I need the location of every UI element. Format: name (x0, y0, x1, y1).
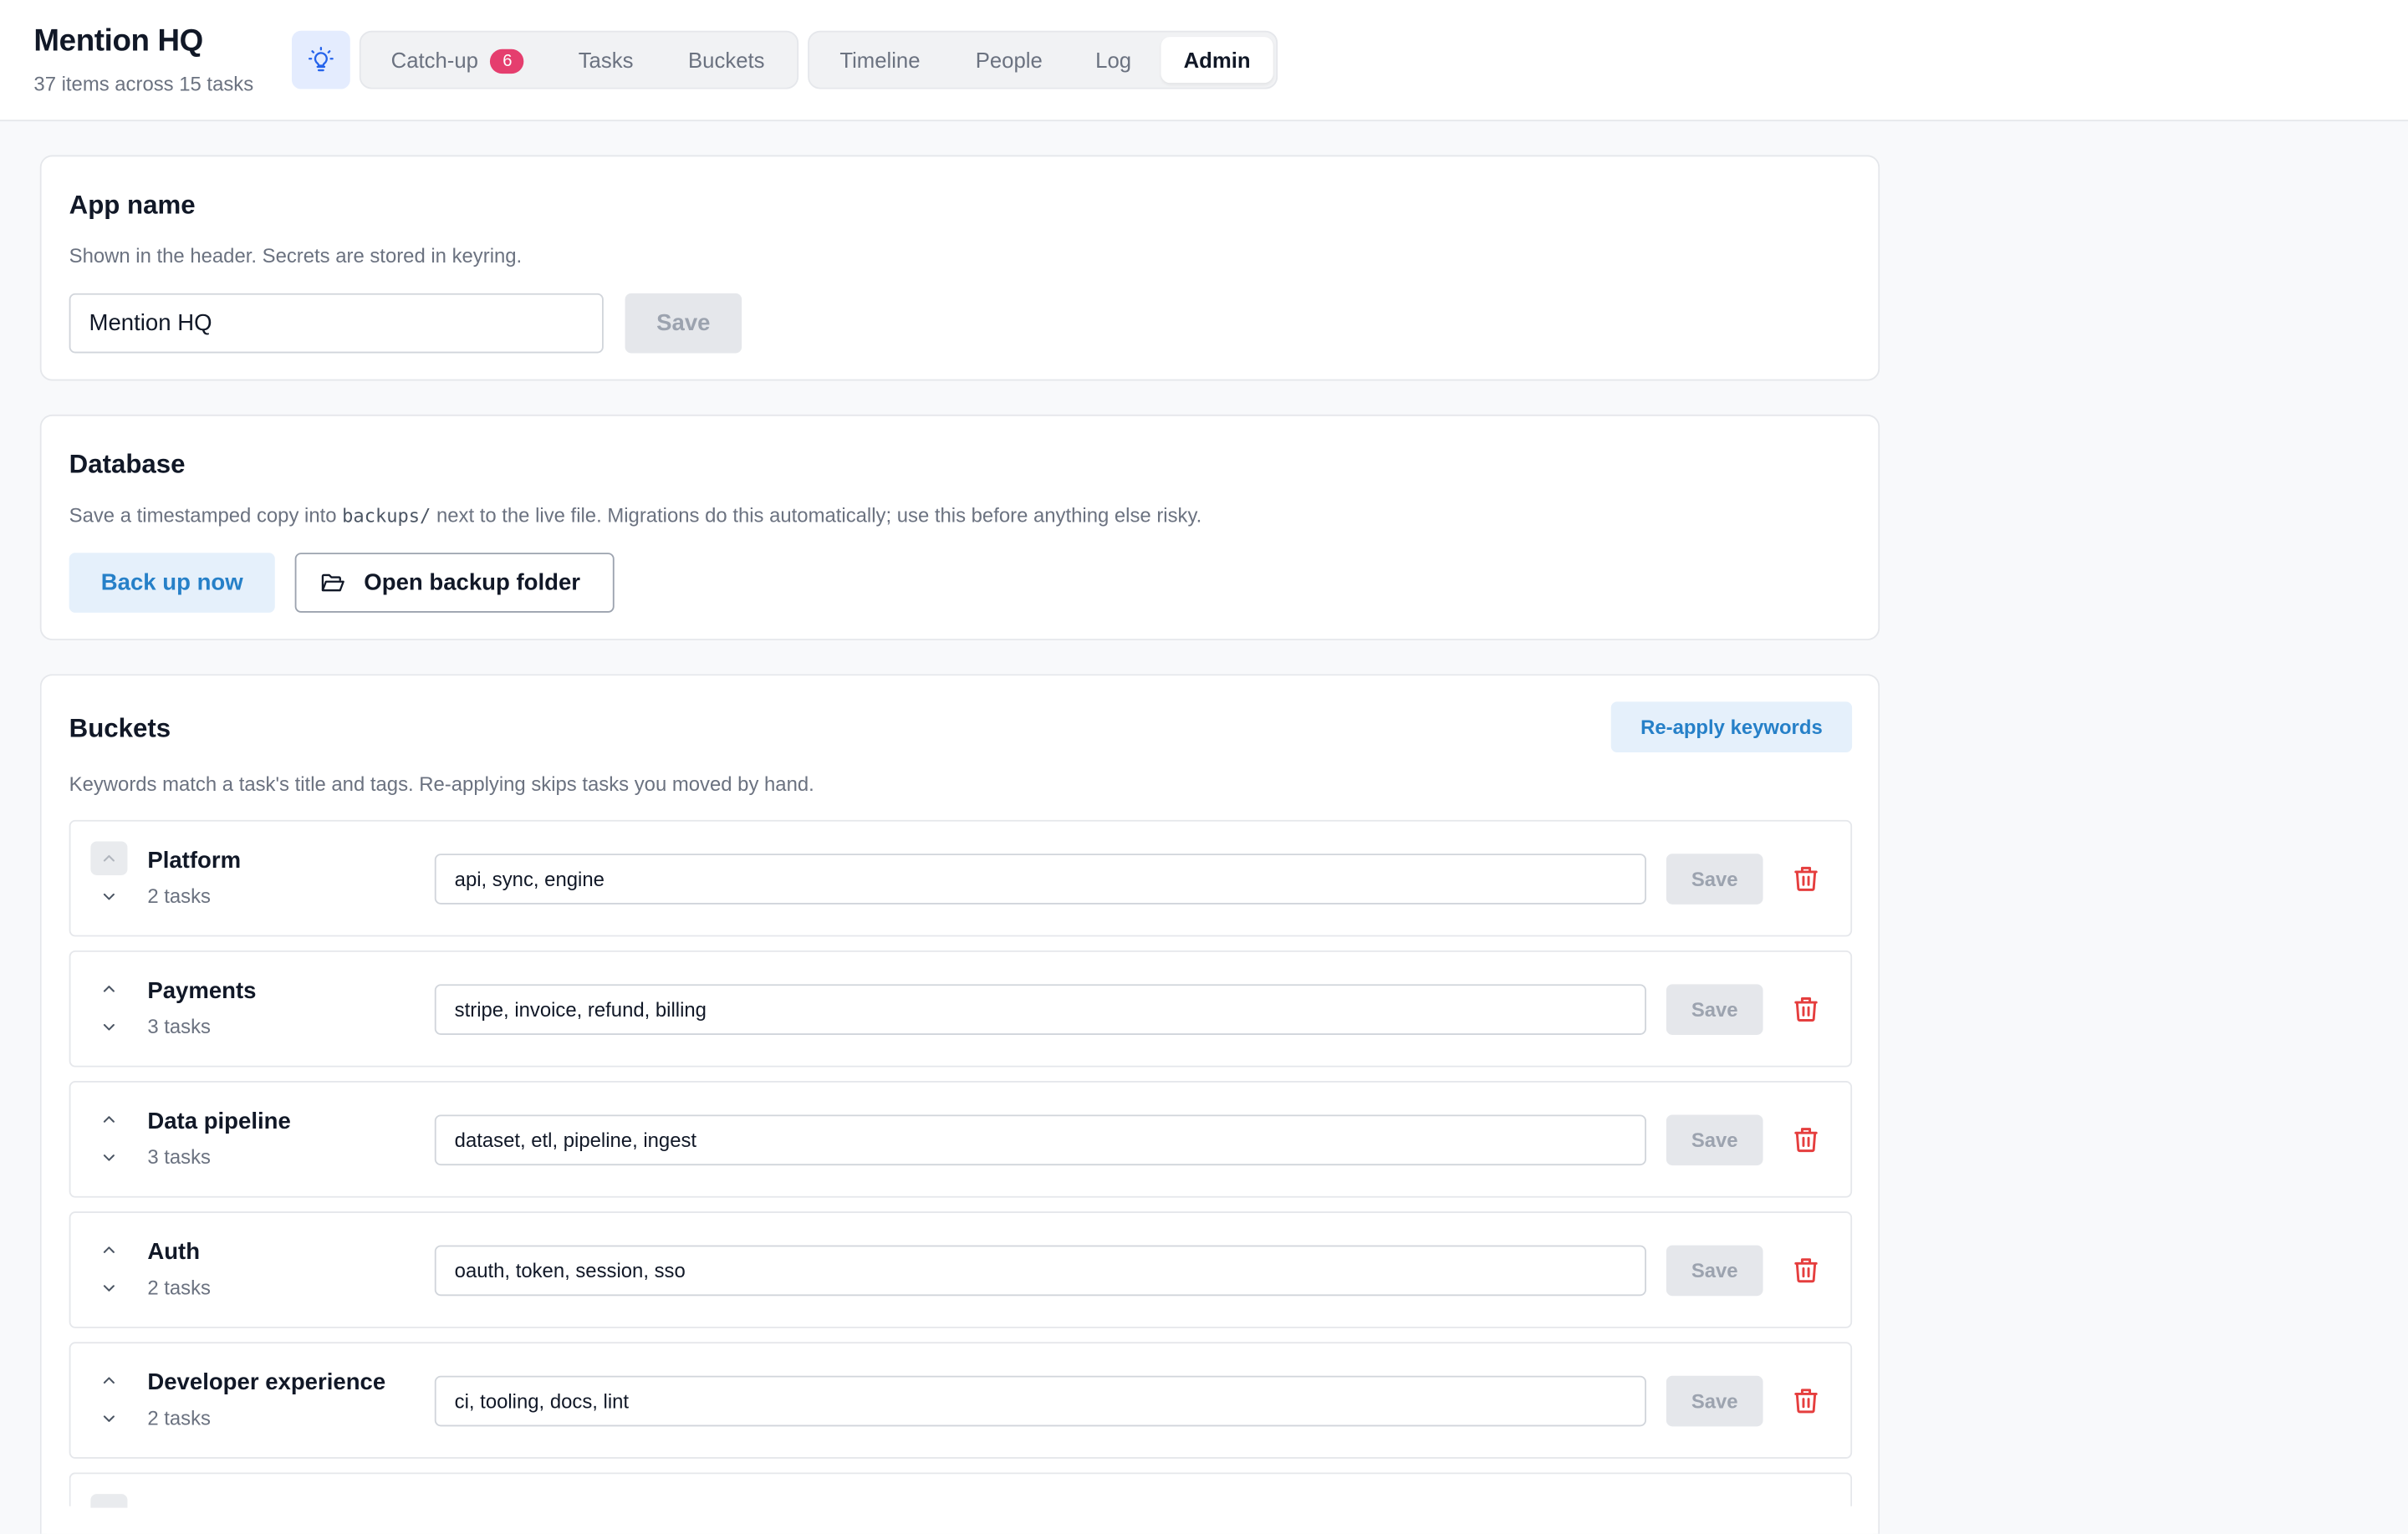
trash-icon[interactable] (1791, 1255, 1822, 1286)
move-down-button[interactable] (90, 1143, 127, 1174)
open-backup-folder-button[interactable]: Open backup folder (294, 553, 615, 613)
tab-tasks[interactable]: Tasks (554, 37, 657, 83)
move-up-button[interactable] (90, 1233, 127, 1266)
tab-admin[interactable]: Admin (1161, 37, 1273, 84)
backups-path-code: backups/ (342, 505, 431, 527)
reapply-keywords-button[interactable]: Re-apply keywords (1610, 701, 1853, 753)
tab-timeline-label: Timeline (839, 47, 921, 73)
chevron-down-icon (103, 893, 115, 900)
tab-buckets-label: Buckets (688, 47, 765, 73)
bucket-task-count: 2 tasks (147, 1276, 211, 1299)
bucket-keywords-input[interactable] (434, 1245, 1646, 1297)
trash-icon[interactable] (1791, 1124, 1822, 1154)
bucket-row: Payments 3 tasks Save (69, 950, 1853, 1068)
lightbulb-icon (308, 46, 334, 72)
tab-tasks-label: Tasks (578, 47, 634, 73)
move-up-button[interactable] (90, 1494, 128, 1508)
trash-icon[interactable] (1791, 863, 1822, 894)
database-desc-text-after: next to the live file. Migrations do thi… (431, 503, 1202, 527)
buckets-card: Buckets Re-apply keywords Keywords match… (39, 674, 1880, 1534)
tab-admin-label: Admin (1183, 47, 1251, 73)
bucket-save-button[interactable]: Save (1666, 854, 1763, 905)
bucket-row: Developer experience 2 tasks Save (69, 1342, 1853, 1459)
tab-timeline[interactable]: Timeline (814, 37, 946, 83)
catch-up-count-badge: 6 (490, 48, 525, 74)
bucket-row-partial (69, 1472, 1853, 1508)
app-name-card: App name Shown in the header. Secrets ar… (39, 155, 1880, 381)
tab-catch-up[interactable]: Catch-up 6 (365, 37, 549, 83)
bucket-row: Data pipeline 3 tasks Save (69, 1081, 1853, 1198)
bucket-name: Data pipeline (147, 1108, 291, 1135)
bucket-keywords-input[interactable] (434, 1114, 1646, 1166)
bucket-save-button[interactable]: Save (1666, 1114, 1763, 1166)
tab-people[interactable]: People (951, 37, 1068, 83)
buckets-card-title: Buckets (69, 714, 171, 743)
move-down-button[interactable] (90, 1404, 127, 1435)
bucket-name: Payments (147, 978, 257, 1005)
move-down-button[interactable] (90, 881, 127, 912)
bucket-save-button[interactable]: Save (1666, 1245, 1763, 1297)
secondary-tab-group: Timeline People Log Admin (808, 30, 1278, 89)
move-up-button[interactable] (90, 1103, 127, 1136)
bucket-task-count: 3 tasks (147, 1145, 211, 1169)
app-subtitle: 37 items across 15 tasks (33, 72, 254, 95)
chevron-up-icon (103, 854, 115, 862)
move-up-button[interactable] (90, 841, 128, 875)
chevron-up-icon (103, 986, 115, 992)
database-card-description: Save a timestamped copy into backups/ ne… (69, 503, 1202, 527)
app-name-card-description: Shown in the header. Secrets are stored … (69, 244, 523, 268)
bucket-name: Platform (147, 847, 242, 874)
bucket-row: Platform 2 tasks Save (69, 819, 1853, 937)
bucket-row: Auth 2 tasks Save (69, 1211, 1853, 1328)
move-down-button[interactable] (90, 1273, 127, 1304)
back-up-now-button[interactable]: Back up now (69, 553, 275, 613)
tab-people-label: People (975, 47, 1043, 73)
move-up-button[interactable] (90, 1363, 127, 1397)
app-name-card-title: App name (69, 190, 196, 220)
trash-icon[interactable] (1791, 993, 1822, 1024)
bucket-name: Developer experience (147, 1369, 386, 1396)
tab-catch-up-label: Catch-up (390, 47, 478, 73)
chevron-down-icon (103, 1415, 115, 1422)
app-name-save-button[interactable]: Save (625, 293, 742, 354)
bucket-keywords-input[interactable] (434, 1375, 1646, 1427)
bucket-keywords-input[interactable] (434, 854, 1646, 905)
bucket-task-count: 2 tasks (147, 1406, 211, 1430)
tab-buckets[interactable]: Buckets (662, 37, 791, 83)
bucket-task-count: 3 tasks (147, 1015, 211, 1038)
bucket-keywords-input[interactable] (434, 984, 1646, 1035)
chevron-up-icon (103, 1116, 115, 1123)
folder-open-icon (321, 573, 344, 592)
move-down-button[interactable] (90, 1012, 127, 1042)
bucket-name: Auth (147, 1239, 201, 1266)
chevron-up-icon (103, 1246, 115, 1253)
bucket-save-button[interactable]: Save (1666, 1375, 1763, 1427)
idea-button[interactable] (291, 30, 350, 89)
primary-tab-group: Catch-up 6 Tasks Buckets (359, 30, 799, 89)
app-header: Mention HQ 37 items across 15 tasks Catc… (0, 0, 2408, 122)
chevron-up-icon (103, 1377, 115, 1384)
move-up-button[interactable] (90, 972, 127, 1006)
database-card-title: Database (69, 450, 186, 480)
bucket-task-count: 2 tasks (147, 884, 211, 908)
app-title: Mention HQ (33, 24, 203, 59)
buckets-card-description: Keywords match a task's title and tags. … (69, 772, 814, 796)
database-card: Database Save a timestamped copy into ba… (39, 414, 1880, 640)
tab-log-label: Log (1095, 47, 1132, 73)
chevron-down-icon (103, 1024, 115, 1031)
tab-log[interactable]: Log (1072, 37, 1155, 83)
trash-icon[interactable] (1791, 1385, 1822, 1416)
chevron-down-icon (103, 1154, 115, 1161)
admin-page: Mention HQ 37 items across 15 tasks Catc… (0, 0, 2408, 1534)
open-backup-folder-label: Open backup folder (364, 569, 581, 596)
database-desc-text-before: Save a timestamped copy into (69, 503, 343, 527)
chevron-down-icon (103, 1285, 115, 1292)
bucket-save-button[interactable]: Save (1666, 984, 1763, 1035)
app-name-input[interactable] (69, 293, 604, 354)
